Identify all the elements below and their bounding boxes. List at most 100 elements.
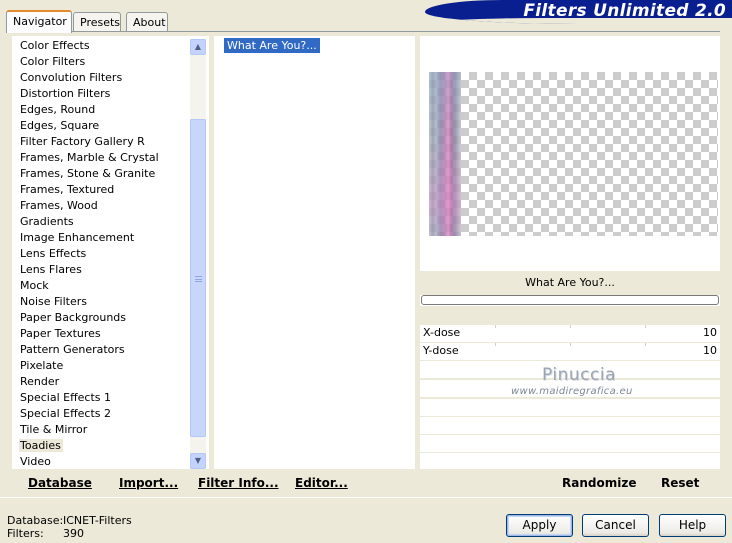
category-label: Pattern Generators — [20, 343, 125, 356]
reset-button[interactable]: Reset — [661, 476, 699, 490]
slider-tick — [645, 325, 646, 328]
category-item[interactable]: Color Filters — [13, 54, 85, 70]
slider-tick — [495, 325, 496, 328]
category-item[interactable]: Edges, Square — [13, 118, 99, 134]
category-item[interactable]: Toadies — [13, 438, 63, 454]
category-label: Convolution Filters — [20, 71, 123, 84]
category-item[interactable]: Render — [13, 374, 63, 390]
category-label: Render — [20, 375, 60, 388]
category-label: Filter Factory Gallery R — [20, 135, 145, 148]
scroll-up-icon[interactable]: ▲ — [190, 39, 206, 55]
filters-count: 390 — [63, 527, 84, 540]
import-button[interactable]: Import... — [119, 476, 178, 490]
category-label: Distortion Filters — [20, 87, 111, 100]
slider-tick — [570, 343, 571, 346]
filter-item-selected[interactable]: What Are You?... — [224, 38, 320, 53]
category-item[interactable]: Paper Textures — [13, 326, 101, 342]
category-label: Frames, Marble & Crystal — [20, 151, 159, 164]
tab-presets[interactable]: Presets — [73, 12, 121, 32]
category-label: Frames, Textured — [20, 183, 115, 196]
category-items: Color Effects Color Filters Convolution Fi… — [13, 38, 191, 470]
help-button[interactable]: Help — [659, 514, 726, 537]
category-item[interactable]: Tile & Mirror — [13, 422, 87, 438]
category-label: Toadies — [19, 439, 63, 452]
randomize-button[interactable]: Randomize — [562, 476, 636, 490]
category-item[interactable]: Mock — [13, 278, 63, 294]
category-item[interactable]: Image Enhancement — [13, 230, 134, 246]
category-item[interactable]: Distortion Filters — [13, 86, 110, 102]
preview-toolbar: Randomize Reset — [420, 471, 720, 497]
param-empty-row — [420, 399, 720, 416]
filter-info-button[interactable]: Filter Info... — [198, 476, 279, 490]
param-label: X-dose — [423, 326, 461, 339]
category-label: Edges, Round — [20, 103, 96, 116]
filter-list[interactable]: What Are You?... — [214, 36, 415, 469]
param-empty-row — [420, 435, 720, 452]
scroll-thumb[interactable] — [190, 119, 206, 437]
scroll-down-icon[interactable]: ▼ — [190, 453, 206, 469]
grip-icon — [195, 276, 202, 282]
category-label: Gradients — [20, 215, 74, 228]
param-value: 10 — [703, 326, 717, 339]
category-label: Video — [20, 455, 51, 468]
slider-tick — [645, 343, 646, 346]
category-label: Edges, Square — [20, 119, 100, 132]
category-item[interactable]: Pattern Generators — [13, 342, 125, 358]
param-row[interactable]: X-dose 10 — [420, 325, 720, 342]
category-item[interactable]: Lens Flares — [13, 262, 82, 278]
category-label: Frames, Wood — [20, 199, 98, 212]
database-label: Database: — [7, 514, 64, 527]
tab-about[interactable]: About — [126, 12, 168, 32]
param-empty-row — [420, 453, 720, 469]
database-button[interactable]: Database — [28, 476, 92, 490]
category-item[interactable]: Pixelate — [13, 358, 63, 374]
category-item[interactable]: Frames, Marble & Crystal — [13, 150, 159, 166]
divider — [0, 497, 732, 498]
category-item[interactable]: Convolution Filters — [13, 70, 122, 86]
category-list[interactable]: Color Effects Color Filters Convolution Fi… — [12, 36, 209, 469]
category-label: Image Enhancement — [20, 231, 135, 244]
category-label: Frames, Stone & Granite — [20, 167, 156, 180]
category-item[interactable]: Frames, Wood — [13, 198, 98, 214]
category-label: Lens Effects — [20, 247, 87, 260]
slider-tick — [495, 343, 496, 346]
category-item[interactable]: Video — [13, 454, 63, 470]
category-item[interactable]: Special Effects 1 — [13, 390, 111, 406]
param-label: Y-dose — [423, 344, 459, 357]
category-label: Color Filters — [20, 55, 86, 68]
status-info: Database:ICNET-Filters Filters: 390 — [7, 514, 132, 540]
filter-name-label: What Are You?... — [420, 271, 720, 295]
database-value: ICNET-Filters — [63, 514, 132, 527]
slider-tick — [570, 325, 571, 328]
param-empty-row — [420, 417, 720, 434]
category-scrollbar[interactable]: ▲ ▼ — [190, 39, 206, 469]
editor-button[interactable]: Editor... — [295, 476, 348, 490]
category-item[interactable]: Edges, Round — [13, 102, 95, 118]
watermark-url: www.maidiregrafica.eu — [511, 386, 633, 397]
progress-bar — [421, 295, 719, 305]
category-item[interactable]: Noise Filters — [13, 294, 87, 310]
filters-label: Filters: — [7, 527, 44, 540]
param-value: 10 — [703, 344, 717, 357]
category-item[interactable]: Color Effects — [13, 38, 90, 54]
category-item[interactable]: Gradients — [13, 214, 74, 230]
category-label: Color Effects — [20, 39, 90, 52]
category-item[interactable]: Frames, Stone & Granite — [13, 166, 155, 182]
apply-button[interactable]: Apply — [506, 514, 573, 537]
category-item[interactable]: Lens Effects — [13, 246, 86, 262]
tab-navigator[interactable]: Navigator — [6, 10, 72, 33]
cancel-button[interactable]: Cancel — [582, 514, 649, 537]
category-item[interactable]: Frames, Textured — [13, 182, 114, 198]
category-label: Special Effects 1 — [20, 391, 112, 404]
param-row[interactable]: Y-dose 10 — [420, 343, 720, 360]
category-label: Mock — [20, 279, 49, 292]
preview-panel: What Are You?... X-dose 10 Y-dose 10 Pinucc… — [420, 36, 720, 469]
app-title: Filters Unlimited 2.0 — [523, 1, 726, 21]
category-item[interactable]: Filter Factory Gallery R — [13, 134, 145, 150]
category-item[interactable]: Special Effects 2 — [13, 406, 111, 422]
list-toolbar: Database Import... Filter Info... Editor… — [12, 471, 415, 497]
category-label: Lens Flares — [20, 263, 82, 276]
category-label: Noise Filters — [20, 295, 87, 308]
category-item[interactable]: Paper Backgrounds — [13, 310, 126, 326]
category-label: Paper Backgrounds — [20, 311, 127, 324]
